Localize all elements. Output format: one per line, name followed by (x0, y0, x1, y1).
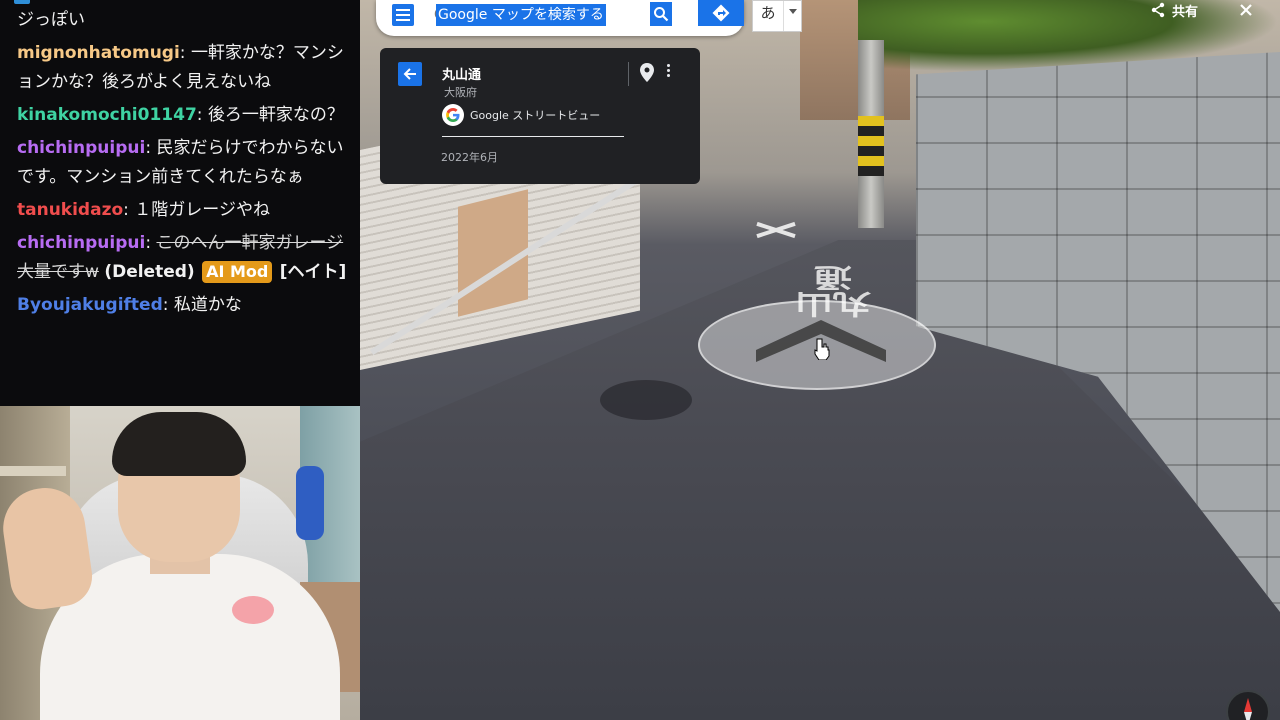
chat-message: tanukidazo: １階ガレージやね (17, 196, 352, 225)
maps-search-bar: Google マップを検索する (376, 0, 744, 36)
chat-username[interactable]: mignonhatomugi (17, 43, 180, 63)
chat-message-text: ジっぽい (17, 10, 85, 30)
search-input[interactable] (434, 3, 652, 27)
directions-button[interactable] (698, 0, 744, 26)
ime-mode-selector[interactable]: あ (752, 0, 802, 32)
chat-colon: : (179, 43, 191, 63)
directions-icon (712, 4, 730, 22)
chat-scroll-indicator (14, 0, 30, 4)
street-view-label: Google ストリートビュー (470, 109, 601, 122)
location-region: 大阪府 (444, 86, 477, 99)
chat-message-text: 後ろ一軒家なの？ (207, 105, 344, 125)
back-button[interactable] (398, 62, 422, 86)
background-shelf-board (0, 466, 66, 476)
arrow-left-icon (403, 68, 416, 80)
menu-button[interactable] (392, 4, 414, 26)
chat-message: chichinpuipui: 民家だらけでわからないです。マンション前きてくれた… (17, 134, 352, 192)
chat-colon: : (162, 295, 174, 315)
chat-message-list: ジっぽい mignonhatomugi: 一軒家かな？マンションかな？後ろがよく… (17, 6, 352, 324)
moderation-tag: [ヘイト] (279, 262, 347, 282)
close-icon[interactable] (1238, 2, 1254, 18)
pole-warning-stripe (858, 116, 884, 176)
chat-message: kinakomochi01147: 後ろ一軒家なの？ (17, 101, 352, 130)
search-button[interactable] (650, 2, 672, 26)
road-x-marking (756, 216, 796, 246)
chevron-down-icon[interactable] (783, 1, 801, 31)
chat-username[interactable]: kinakomochi01147 (17, 105, 197, 125)
chair-accent (296, 466, 324, 540)
share-icon (1151, 2, 1165, 18)
chat-colon: : (145, 233, 157, 253)
capture-date: 2022年6月 (441, 151, 498, 164)
webcam-feed (0, 406, 360, 720)
chat-message-text: １階ガレージやね (134, 200, 270, 220)
compass-icon (1244, 698, 1252, 720)
hand-cursor-icon (814, 338, 830, 360)
streamer-hand (0, 482, 96, 614)
location-pin-icon[interactable] (638, 62, 656, 84)
share-button[interactable]: 共有 (1150, 0, 1198, 20)
chat-username[interactable]: tanukidazo (17, 200, 123, 220)
location-title: 丸山通 (442, 68, 482, 83)
manhole (600, 380, 692, 420)
street-view-info-card: 丸山通 大阪府 Google ストリートビュー 2022年6月 (380, 48, 700, 184)
street-view-brand[interactable]: Google ストリートビュー (442, 104, 600, 126)
chat-message: Byoujakugifted: 私道かな (17, 291, 352, 320)
more-options-icon[interactable] (664, 64, 672, 84)
search-icon (654, 7, 669, 22)
google-logo-icon (442, 104, 464, 126)
ai-mod-badge: AI Mod (202, 261, 273, 283)
chat-message: ジっぽい (17, 6, 352, 35)
chat-username[interactable]: Byoujakugifted (17, 295, 163, 315)
shirt-logo (232, 596, 274, 624)
share-label: 共有 (1172, 4, 1199, 20)
ime-mode-label: あ (760, 4, 776, 22)
deleted-label: (Deleted) (104, 262, 195, 282)
chat-message: mignonhatomugi: 一軒家かな？マンションかな？後ろがよく見えないね (17, 39, 352, 97)
chat-username[interactable]: chichinpuipui (17, 138, 145, 158)
streamer-hair (112, 412, 246, 476)
chat-username[interactable]: chichinpuipui (17, 233, 145, 253)
chat-message-text: 私道かな (173, 295, 242, 315)
chat-colon: : (123, 200, 135, 220)
chat-panel: ジっぽい mignonhatomugi: 一軒家かな？マンションかな？後ろがよく… (0, 0, 360, 406)
card-divider (628, 62, 629, 86)
timeline-bar[interactable] (442, 136, 624, 137)
chat-colon: : (196, 105, 208, 125)
chat-message-deleted: chichinpuipui: このへん一軒家ガレージ大量ですw (Deleted… (17, 229, 352, 287)
chat-colon: : (145, 138, 157, 158)
compass-button[interactable] (1226, 690, 1270, 720)
